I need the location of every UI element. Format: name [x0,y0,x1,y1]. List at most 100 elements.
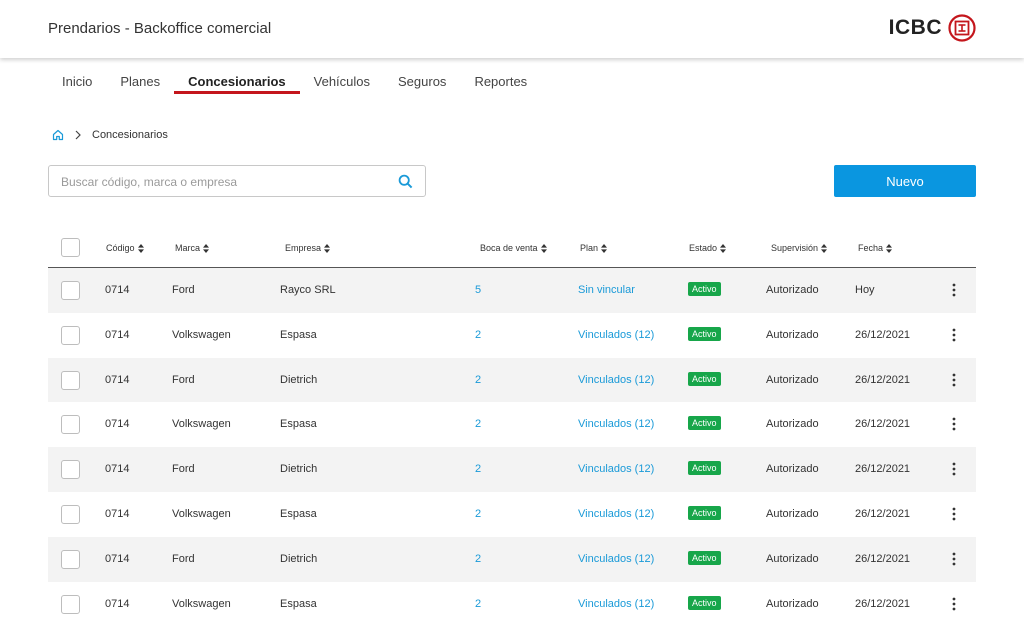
boca-de-venta-link[interactable]: 2 [475,463,481,475]
column-header-supervision[interactable]: Supervisión [771,243,828,253]
column-header-boca-de-venta[interactable]: Boca de venta [480,243,547,253]
row-checkbox[interactable] [61,370,80,390]
row-checkbox[interactable] [61,415,80,435]
more-vertical-icon[interactable] [949,461,959,477]
cell-fecha: 26/12/2021 [855,373,911,386]
more-vertical-icon[interactable] [949,506,959,522]
boca-de-venta-link[interactable]: 2 [475,329,481,341]
new-button[interactable]: Nuevo [834,165,976,197]
tab-planes[interactable]: Planes [106,58,174,94]
cell-codigo: 0714 [105,463,130,476]
cell-marca: Volkswagen [172,597,231,610]
row-checkbox[interactable] [61,504,80,524]
cell-supervision: Autorizado [766,597,819,610]
tab-vehiculos[interactable]: Vehículos [300,58,384,94]
column-header-label: Boca de venta [480,243,538,253]
boca-de-venta-link[interactable]: 2 [475,508,481,520]
select-all-checkbox[interactable] [61,238,80,257]
row-checkbox[interactable] [61,460,80,480]
search-input[interactable] [61,173,381,191]
status-badge: Activo [688,505,721,520]
sort-icon [821,243,828,253]
cell-supervision: Autorizado [766,284,819,296]
cell-fecha: 26/12/2021 [855,463,911,476]
cell-empresa: Espasa [280,418,317,431]
column-header-label: Código [106,243,135,253]
tab-concesionarios[interactable]: Concesionarios [174,58,300,94]
cell-marca: Ford [172,463,195,476]
cell-codigo: 0714 [105,597,130,610]
cell-codigo: 0714 [105,507,130,520]
more-vertical-icon[interactable] [949,327,959,343]
table-row[interactable]: 0714 Ford Rayco SRL 5 Sin vincular Activo Auto… [48,268,976,313]
boca-de-venta-link[interactable]: 2 [475,598,481,610]
row-checkbox[interactable] [61,325,80,345]
table-header: Código Marca Empresa Boca de venta Plan Estad… [48,228,976,268]
boca-de-venta-link[interactable]: 2 [475,418,481,430]
breadcrumb-current: Concesionarios [92,129,168,141]
tab-inicio[interactable]: Inicio [48,58,106,94]
sort-icon [324,243,331,253]
column-header-fecha[interactable]: Fecha [858,243,893,253]
plan-link[interactable]: Vinculados (12) [578,463,654,475]
cell-empresa: Rayco SRL [280,284,336,296]
table-row[interactable]: 0714 Ford Dietrich 2 Vinculados (12) Activo Au… [48,536,976,582]
column-header-plan[interactable]: Plan [580,243,608,253]
column-header-codigo[interactable]: Código [106,243,144,253]
app-title: Prendarios - Backoffice comercial [48,20,272,37]
search-box [48,165,426,197]
table-row[interactable]: 0714 Volkswagen Espasa 2 Vinculados (12) Acti… [48,313,976,358]
cell-fecha: 26/12/2021 [855,328,911,341]
tab-reportes[interactable]: Reportes [460,58,541,94]
column-header-marca[interactable]: Marca [175,243,210,253]
cell-codigo: 0714 [105,418,130,431]
cell-fecha: 26/12/2021 [855,507,911,520]
table-row[interactable]: 0714 Ford Dietrich 2 Vinculados (12) Activo Au… [48,447,976,492]
tab-seguros[interactable]: Seguros [384,58,460,94]
plan-link[interactable]: Vinculados (12) [578,553,654,565]
sort-icon [886,243,893,253]
column-header-label: Plan [580,243,599,253]
table-row[interactable]: 0714 Volkswagen Espasa 2 Vinculados (12) Acti… [48,402,976,447]
plan-link[interactable]: Vinculados (12) [578,508,654,520]
column-header-empresa[interactable]: Empresa [285,243,331,253]
boca-de-venta-link[interactable]: 5 [475,284,481,296]
plan-link[interactable]: Vinculados (12) [578,598,654,610]
cell-supervision: Autorizado [766,507,819,520]
cell-marca: Ford [172,373,195,386]
plan-link[interactable]: Sin vincular [578,284,635,296]
table-row[interactable]: 0714 Volkswagen Espasa 2 Vinculados (12) Acti… [48,492,976,537]
row-checkbox[interactable] [61,281,80,300]
status-badge: Activo [688,371,721,386]
plan-link[interactable]: Vinculados (12) [578,374,654,386]
cell-empresa: Espasa [280,507,317,520]
status-badge: Activo [688,282,721,296]
cell-codigo: 0714 [105,373,130,386]
table-row[interactable]: 0714 Volkswagen Espasa 2 Vinculados (12) Acti… [48,582,976,627]
status-badge: Activo [688,326,721,341]
sort-icon [203,243,210,253]
more-vertical-icon[interactable] [949,416,959,432]
boca-de-venta-link[interactable]: 2 [475,374,481,386]
cell-fecha: Hoy [855,284,875,296]
search-icon[interactable] [398,174,413,189]
table-body: 0714 Ford Rayco SRL 5 Sin vincular Activo Auto… [48,268,976,626]
sort-icon [137,243,144,253]
column-header-label: Estado [689,243,718,253]
dealers-table: Código Marca Empresa Boca de venta Plan Estad… [48,228,976,626]
more-vertical-icon[interactable] [949,372,959,388]
column-header-estado[interactable]: Estado [689,243,727,253]
more-vertical-icon[interactable] [949,282,959,298]
more-vertical-icon[interactable] [949,551,959,567]
home-icon[interactable] [52,129,64,141]
plan-link[interactable]: Vinculados (12) [578,418,654,430]
row-checkbox[interactable] [61,549,80,569]
brand-name: ICBC [888,16,942,39]
boca-de-venta-link[interactable]: 2 [475,553,481,565]
cell-marca: Ford [172,284,195,296]
row-checkbox[interactable] [61,594,80,614]
plan-link[interactable]: Vinculados (12) [578,329,654,341]
sort-icon [720,243,727,253]
table-row[interactable]: 0714 Ford Dietrich 2 Vinculados (12) Activo Au… [48,357,976,403]
more-vertical-icon[interactable] [949,596,959,612]
